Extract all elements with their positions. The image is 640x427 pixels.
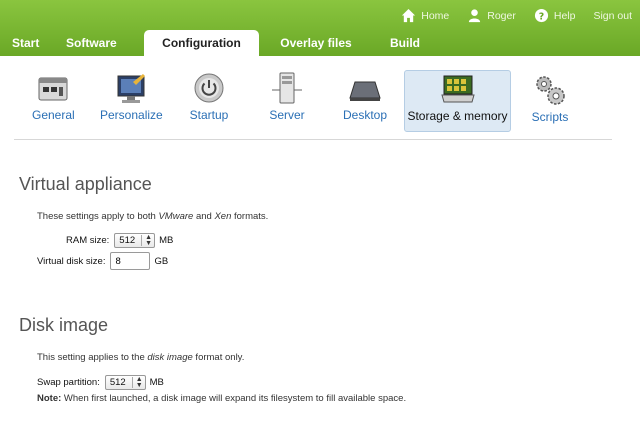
- virtual-disk-unit: GB: [154, 255, 169, 267]
- tab-build[interactable]: Build: [373, 30, 437, 56]
- desktop-icon: [349, 81, 381, 101]
- virtual-disk-label: Virtual disk size:: [37, 255, 106, 267]
- swap-partition-unit: MB: [149, 377, 164, 388]
- di-desc-em: disk image: [147, 352, 193, 363]
- virtual-disk-row: Virtual disk size: GB: [37, 252, 168, 270]
- sign-out-link[interactable]: Sign out: [593, 8, 632, 23]
- note-label: Note:: [37, 393, 62, 404]
- home-link[interactable]: Home: [401, 8, 449, 23]
- select-arrows-icon: ▲ ▼: [145, 233, 153, 247]
- swap-partition-value: 512: [109, 377, 126, 388]
- header-bar: Home Roger ? Help Sign out Start Softwar…: [0, 0, 640, 56]
- subnav-desktop[interactable]: Desktop: [342, 70, 388, 132]
- server-tower-icon: [272, 72, 302, 104]
- virtual-appliance-heading: Virtual appliance: [19, 174, 152, 194]
- va-desc-pre: These settings apply to both: [37, 211, 159, 222]
- swap-partition-select[interactable]: 512 ▲ ▼: [104, 375, 146, 390]
- config-subnav: General Personalize Startup Server Deskt…: [14, 68, 612, 140]
- subnav-general-label: General: [32, 108, 75, 122]
- subnav-scripts[interactable]: Scripts: [528, 70, 572, 132]
- sign-out-label: Sign out: [593, 9, 632, 22]
- tab-start[interactable]: Start: [0, 30, 54, 56]
- home-icon: [402, 8, 416, 23]
- subnav-general[interactable]: General: [32, 70, 75, 132]
- swap-partition-row: Swap partition: 512 ▲ ▼ MB: [37, 375, 164, 390]
- virtual-appliance-desc: These settings apply to both VMware and …: [37, 211, 268, 222]
- ram-size-value: 512: [119, 235, 136, 246]
- subnav-personalize-label: Personalize: [100, 108, 163, 122]
- subnav-startup-label: Startup: [189, 108, 229, 122]
- personalize-monitor-icon: [117, 74, 145, 103]
- user-icon: [469, 9, 481, 23]
- subnav-storage-memory-label: Storage & memory: [407, 109, 508, 123]
- subnav-scripts-label: Scripts: [531, 110, 569, 124]
- di-desc-pre: This setting applies to the: [37, 352, 148, 363]
- subnav-server-label: Server: [269, 108, 305, 122]
- tab-software[interactable]: Software: [54, 30, 144, 56]
- tab-configuration[interactable]: Configuration: [144, 30, 259, 56]
- help-link-label: Help: [553, 9, 576, 22]
- va-desc-post: formats.: [231, 211, 269, 222]
- va-desc-xen: Xen: [214, 211, 232, 222]
- note-text: When first launched, a disk image will e…: [61, 393, 407, 404]
- main-tabs: Start Software Configuration Overlay fil…: [0, 30, 437, 56]
- ram-size-label: RAM size:: [66, 235, 110, 246]
- general-window-icon: [38, 77, 68, 101]
- user-links: Home Roger ? Help Sign out: [401, 8, 632, 23]
- help-link[interactable]: ? Help: [534, 8, 576, 23]
- tab-overlay-files[interactable]: Overlay files: [259, 30, 373, 56]
- ram-size-unit: MB: [159, 235, 174, 246]
- swap-partition-label: Swap partition:: [37, 377, 100, 388]
- gears-icon: [536, 76, 565, 105]
- subnav-startup[interactable]: Startup: [186, 70, 232, 132]
- di-desc-post: format only.: [192, 352, 245, 363]
- help-icon: ?: [534, 8, 548, 22]
- memory-chip-icon: [440, 75, 475, 103]
- select-arrows-icon: ▲ ▼: [135, 375, 143, 389]
- disk-image-heading: Disk image: [19, 315, 109, 335]
- disk-image-note: Note: When first launched, a disk image …: [37, 393, 406, 404]
- subnav-storage-memory[interactable]: Storage & memory: [404, 70, 511, 132]
- va-desc-mid: and: [193, 211, 215, 222]
- svg-text:?: ?: [539, 11, 544, 22]
- user-link-label: Roger: [487, 9, 516, 22]
- va-desc-vmware: VMware: [158, 211, 194, 222]
- subnav-server[interactable]: Server: [266, 70, 308, 132]
- ram-size-select[interactable]: 512 ▲ ▼: [114, 233, 156, 248]
- power-icon: [194, 73, 224, 103]
- subnav-personalize[interactable]: Personalize: [100, 70, 163, 132]
- home-link-label: Home: [421, 9, 450, 22]
- user-link[interactable]: Roger: [467, 8, 516, 23]
- disk-image-desc: This setting applies to the disk image f…: [37, 352, 244, 363]
- subnav-desktop-label: Desktop: [342, 108, 388, 122]
- virtual-disk-size-input[interactable]: [110, 252, 151, 270]
- ram-size-row: RAM size: 512 ▲ ▼ MB: [66, 233, 173, 248]
